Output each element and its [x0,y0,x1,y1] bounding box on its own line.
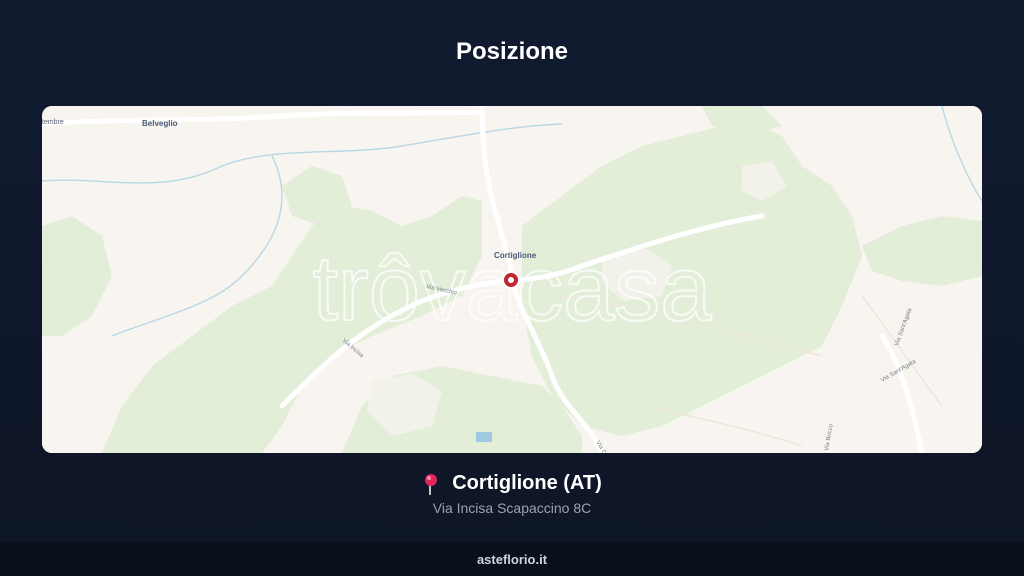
location-marker-icon[interactable] [502,271,520,289]
pin-icon [425,473,438,495]
footer: asteflorio.it [0,542,1024,576]
map-view[interactable]: trôvacasa Belveglio tembre Cortiglione V… [42,106,982,453]
pond [476,432,492,442]
location-name: Cortiglione (AT) [452,472,602,494]
footer-site[interactable]: asteflorio.it [477,552,547,567]
map-canvas[interactable]: trôvacasa Belveglio tembre Cortiglione V… [42,106,982,453]
label-cortiglione: Cortiglione [494,251,537,260]
location-heading: Cortiglione (AT) [0,472,1024,495]
label-belveglio: Belveglio [142,119,178,128]
location-address: Via Incisa Scapaccino 8C [432,500,592,516]
page-title: Posizione [455,38,569,65]
label-edge: tembre [42,119,64,126]
